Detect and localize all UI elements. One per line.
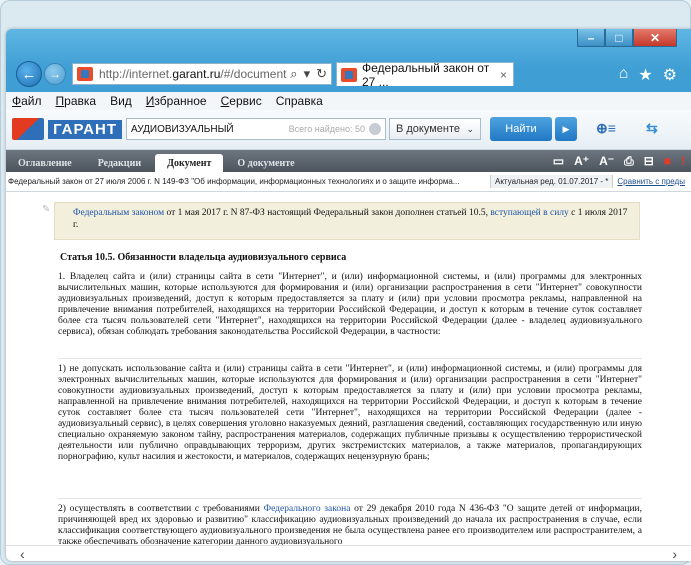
- menu-item-file[interactable]: Файл: [12, 94, 42, 108]
- forward-button[interactable]: →: [44, 63, 66, 85]
- tab-close-icon[interactable]: ×: [500, 68, 513, 82]
- tab-document[interactable]: Документ: [155, 154, 224, 172]
- document-body: ✎ Федеральным законом от 1 мая 2017 г. N…: [6, 192, 691, 547]
- maximize-button[interactable]: □: [605, 29, 633, 47]
- close-button[interactable]: ✕: [633, 29, 677, 47]
- paragraph-3: 2) осуществлять в соответствии с требова…: [58, 504, 642, 547]
- address-bar[interactable]: http://internet. garant.ru/#/document ⌕ ▾…: [72, 63, 332, 85]
- article-title: Статья 10.5. Обязанности владельца аудио…: [60, 252, 347, 263]
- menu-item-edit[interactable]: Правка: [56, 94, 97, 108]
- scroll-right-icon[interactable]: ›: [672, 546, 677, 561]
- address-prefix: http://internet.: [99, 67, 173, 81]
- comment-pin-icon[interactable]: ✎: [42, 204, 50, 215]
- window-controls: – □ ✕: [577, 29, 677, 47]
- search-found-count: Всего найдено: 50: [288, 124, 365, 134]
- clear-search-icon[interactable]: [369, 123, 381, 135]
- home-icon[interactable]: ⌂: [619, 65, 629, 85]
- next-arrow-icon: ▶: [562, 123, 570, 134]
- compare-link[interactable]: Сравнить с преды: [612, 175, 689, 188]
- compare-icon[interactable]: ⇆: [646, 120, 658, 137]
- tab-favicon-icon: [341, 67, 357, 82]
- note-law-link[interactable]: Федеральным законом: [73, 208, 164, 218]
- amendment-note: Федеральным законом от 1 мая 2017 г. N 8…: [54, 202, 640, 240]
- tab-title: Федеральный закон от 27 ...: [362, 60, 490, 89]
- browser-window: – □ ✕ ← → http://internet. garant.ru/#/do…: [6, 29, 691, 561]
- address-domain: garant.ru: [172, 67, 221, 81]
- search-icon[interactable]: ⌕: [290, 66, 297, 82]
- minimize-button[interactable]: –: [577, 29, 605, 47]
- menu-item-help[interactable]: Справка: [276, 94, 323, 108]
- browser-toolbar-icons: ⌂ ★ ⚙: [619, 65, 677, 85]
- document-tabs: Оглавление Редакции Документ О документе…: [6, 150, 691, 172]
- paragraph-2: 1) не допускать использование сайта и (и…: [58, 364, 642, 462]
- keyboard-icon[interactable]: ▭: [553, 154, 564, 168]
- font-increase-icon[interactable]: A⁺: [574, 154, 589, 168]
- dropdown-icon[interactable]: ▾: [304, 66, 311, 82]
- document-title: Федеральный закон от 27 июля 2006 г. N 1…: [8, 177, 460, 186]
- paragraph-divider: [58, 498, 642, 499]
- tab-contents[interactable]: Оглавление: [6, 154, 84, 172]
- settings-gear-icon[interactable]: ⚙: [663, 65, 677, 85]
- note-effective-link[interactable]: вступающей в силу: [490, 208, 568, 218]
- address-controls: ⌕ ▾ ↻: [290, 66, 331, 82]
- garant-logo-text: ГАРАНТ: [48, 119, 122, 139]
- navigation-bar: ← → http://internet. garant.ru/#/document…: [6, 57, 691, 93]
- search-list-icon[interactable]: ⊕≡: [596, 120, 616, 137]
- site-favicon-icon: [77, 67, 93, 81]
- browser-tab[interactable]: Федеральный закон от 27 ... ×: [336, 60, 514, 89]
- print-icon[interactable]: ⎙: [624, 154, 634, 169]
- search-input[interactable]: АУДИОВИЗУАЛЬНЫЙ Всего найдено: 50: [126, 118, 386, 140]
- menu-bar: Файл Правка Вид Избранное Сервис Справка: [6, 92, 691, 110]
- menu-item-favorites[interactable]: Избранное: [146, 94, 207, 108]
- search-scope-select[interactable]: В документе ⌄: [389, 118, 481, 140]
- document-tools: ▭ A⁺ A⁻ ⎙ ⊟ ■ !: [553, 150, 691, 172]
- alert-icon[interactable]: !: [681, 154, 685, 168]
- edition-selector[interactable]: Актуальная ред. 01.07.2017 - *: [490, 175, 613, 188]
- paragraph-divider: [58, 358, 642, 359]
- bookmark-icon[interactable]: ■: [664, 154, 671, 168]
- paragraph-1: 1. Владелец сайта и (или) страницы сайта…: [58, 272, 642, 337]
- search-scope-label: В документе: [396, 123, 461, 135]
- document-breadcrumb: Федеральный закон от 27 июля 2006 г. N 1…: [6, 172, 691, 192]
- refresh-icon[interactable]: ↻: [316, 66, 327, 82]
- save-icon[interactable]: ⊟: [644, 154, 654, 168]
- garant-logo[interactable]: ГАРАНТ: [12, 116, 122, 142]
- tab-about-document[interactable]: О документе: [225, 154, 306, 172]
- garant-logo-mark-icon: [12, 118, 45, 140]
- tab-editions[interactable]: Редакции: [86, 154, 153, 172]
- search-query: АУДИОВИЗУАЛЬНЫЙ: [131, 123, 234, 135]
- back-button[interactable]: ←: [16, 61, 42, 87]
- note-text: от 1 мая 2017 г. N 87-ФЗ настоящий Федер…: [164, 208, 491, 218]
- favorites-star-icon[interactable]: ★: [638, 65, 652, 85]
- garant-toolbar: ГАРАНТ АУДИОВИЗУАЛЬНЫЙ Всего найдено: 50…: [6, 110, 691, 150]
- menu-item-view[interactable]: Вид: [110, 94, 132, 108]
- scroll-left-icon[interactable]: ‹: [20, 546, 25, 561]
- menu-item-tools[interactable]: Сервис: [221, 94, 262, 108]
- find-button[interactable]: Найти: [490, 117, 552, 141]
- font-decrease-icon[interactable]: A⁻: [599, 154, 614, 168]
- horizontal-scrollbar[interactable]: ‹ ›: [6, 545, 691, 561]
- chevron-down-icon: ⌄: [466, 123, 474, 134]
- back-arrow-icon: ←: [21, 65, 37, 83]
- forward-arrow-icon: →: [49, 67, 61, 81]
- next-result-button[interactable]: ▶: [555, 117, 577, 141]
- federal-law-link[interactable]: Федерального закона: [264, 504, 351, 514]
- address-suffix: /#/document: [220, 67, 287, 81]
